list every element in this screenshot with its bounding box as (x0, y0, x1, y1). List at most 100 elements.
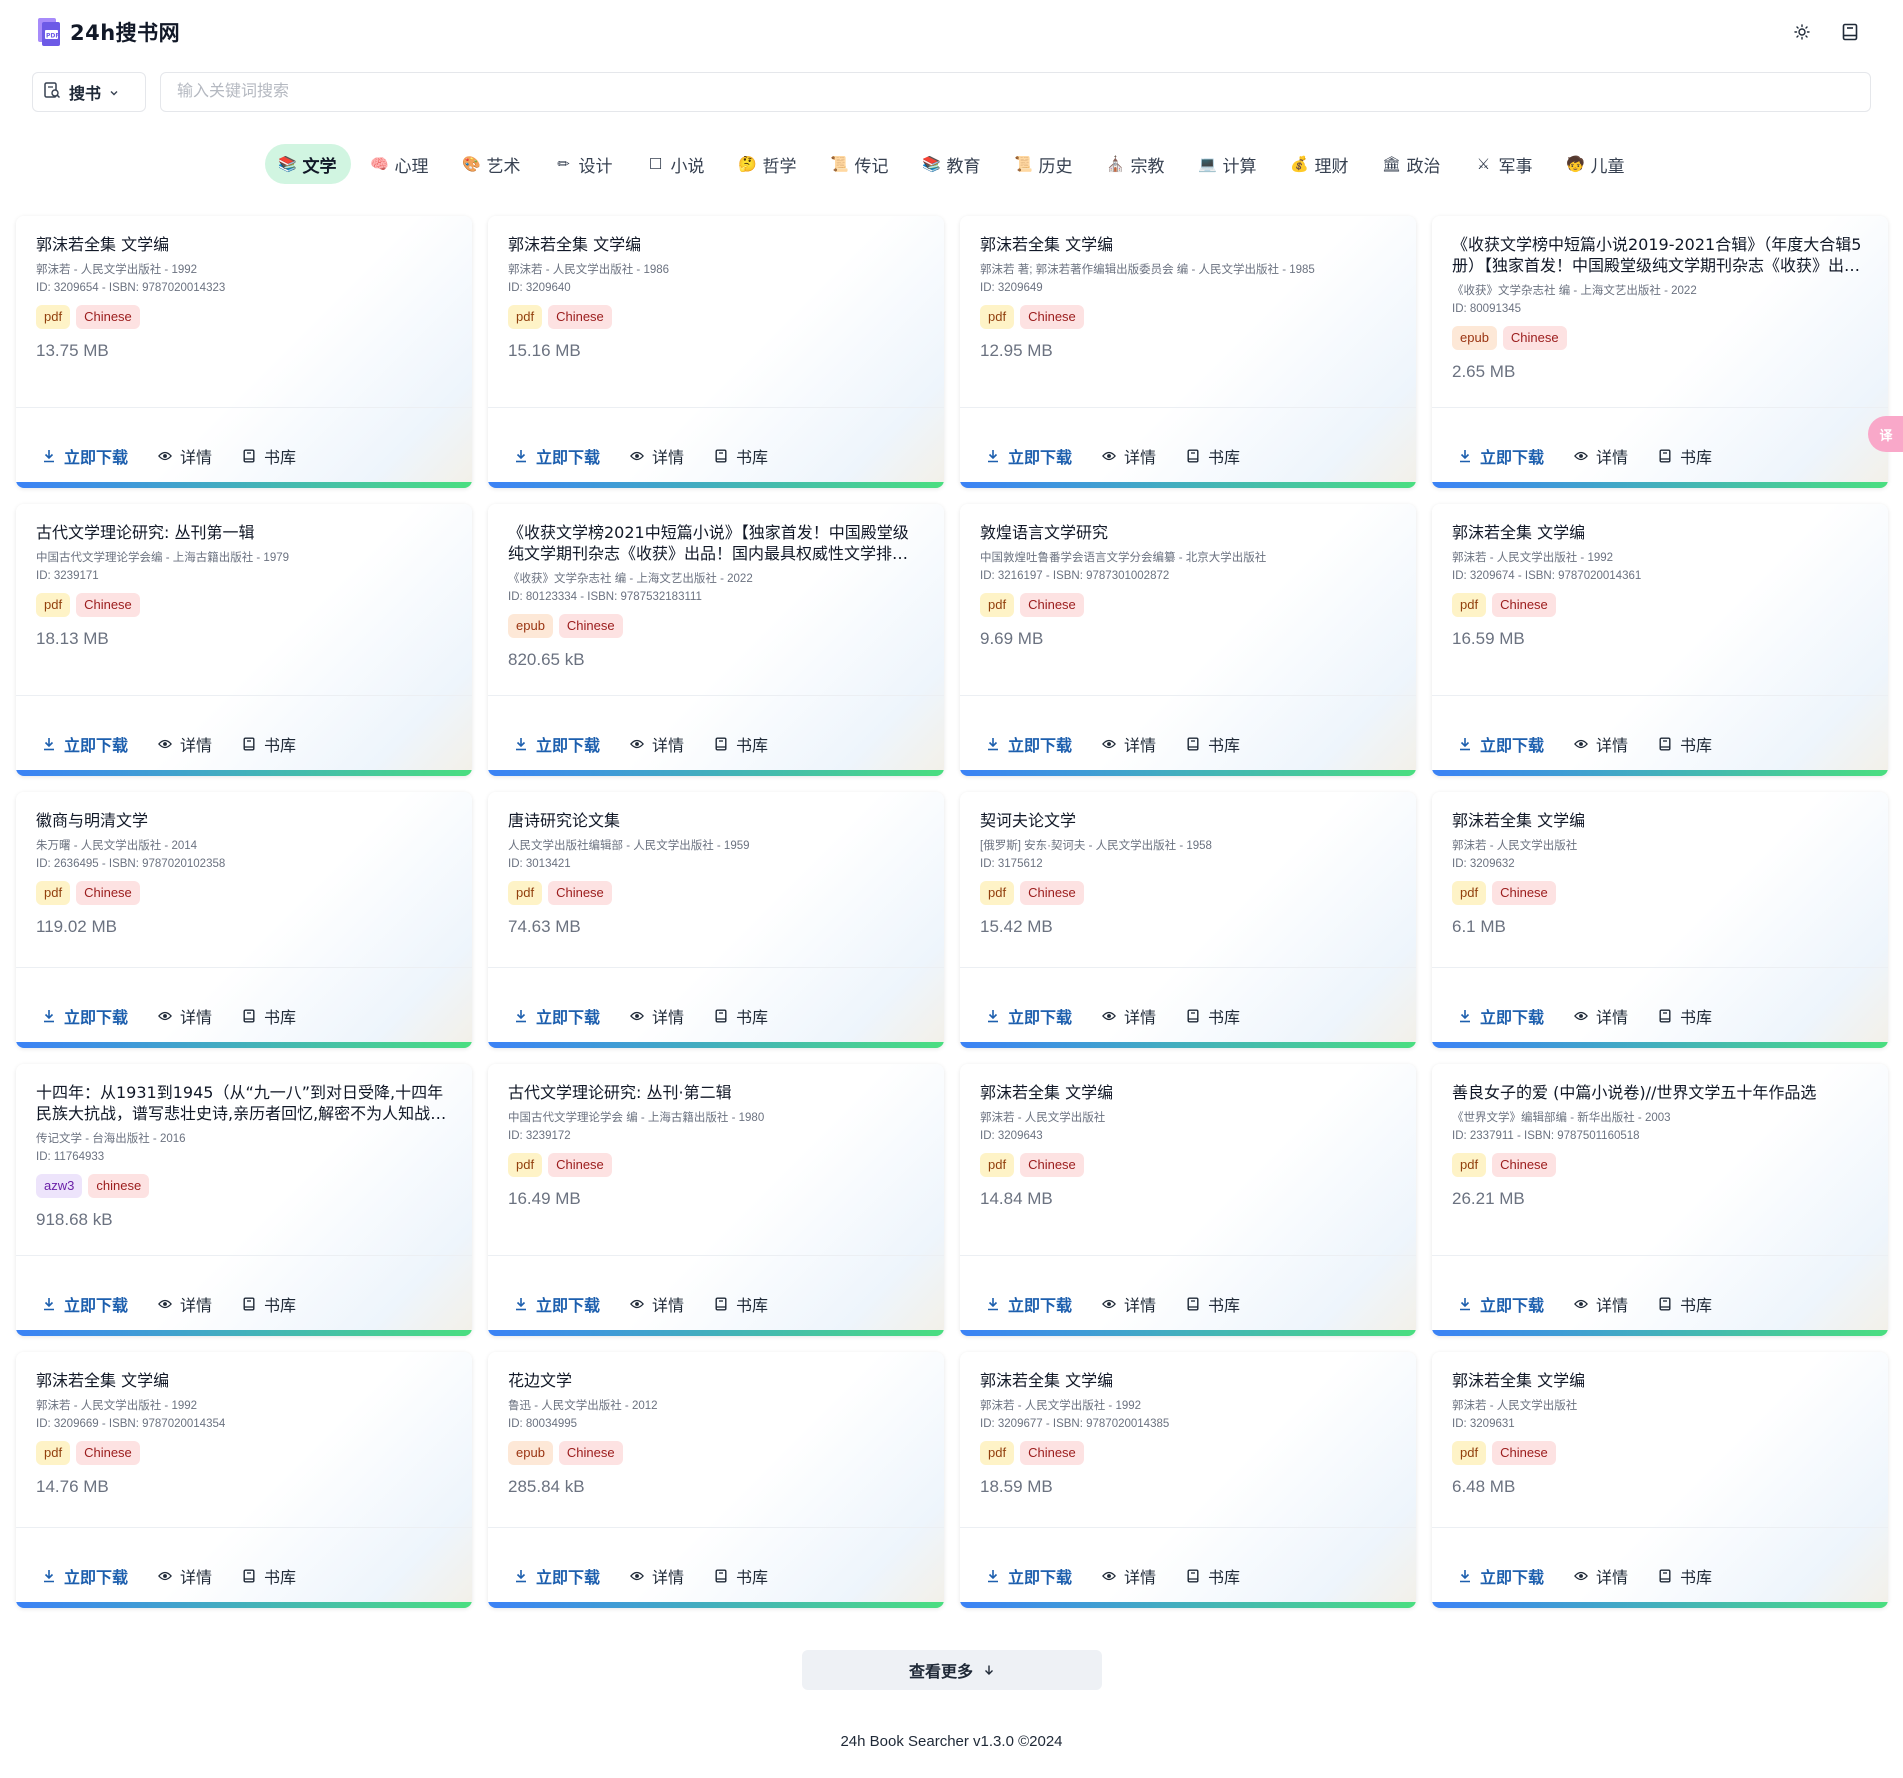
details-button[interactable]: 详情 (1574, 444, 1628, 468)
book-title[interactable]: 善良女子的爱 (中篇小说卷)//世界文学五十年作品选 (1452, 1082, 1868, 1103)
download-button[interactable]: 立即下载 (1458, 1292, 1544, 1316)
book-title[interactable]: 《收获文学榜中短篇小说2019-2021合辑》（年度大合辑5册）【独家首发！中国… (1452, 234, 1868, 276)
download-button[interactable]: 立即下载 (514, 732, 600, 756)
book-title[interactable]: 十四年：从1931到1945（从“九一八”到对日受降,十四年民族大抗战，谱写悲壮… (36, 1082, 452, 1124)
download-button[interactable]: 立即下载 (986, 1564, 1072, 1588)
tab-category[interactable]: ⚔ 军事 (1461, 144, 1547, 184)
sun-icon[interactable] (1790, 20, 1814, 44)
download-button[interactable]: 立即下载 (1458, 1564, 1544, 1588)
library-button[interactable]: 书库 (1658, 1292, 1712, 1316)
search-input[interactable] (160, 72, 1871, 112)
download-button[interactable]: 立即下载 (986, 732, 1072, 756)
library-button[interactable]: 书库 (1186, 444, 1240, 468)
logo[interactable]: PDF 24h搜书网 (34, 16, 180, 48)
tab-category[interactable]: 🏛 政治 (1369, 144, 1455, 184)
library-button[interactable]: 书库 (242, 732, 296, 756)
details-button[interactable]: 详情 (630, 732, 684, 756)
tab-category[interactable]: 🧠 心理 (357, 144, 443, 184)
download-button[interactable]: 立即下载 (514, 1292, 600, 1316)
tab-category[interactable]: 📚 文学 (264, 144, 351, 184)
details-button[interactable]: 详情 (158, 1004, 212, 1028)
book-title[interactable]: 敦煌语言文学研究 (980, 522, 1396, 543)
details-button[interactable]: 详情 (1574, 1564, 1628, 1588)
library-button[interactable]: 书库 (242, 1564, 296, 1588)
details-button[interactable]: 详情 (1102, 1292, 1156, 1316)
download-button[interactable]: 立即下载 (514, 1564, 600, 1588)
library-button[interactable]: 书库 (714, 732, 768, 756)
book-title[interactable]: 郭沫若全集 文学编 (36, 234, 452, 255)
details-button[interactable]: 详情 (630, 1564, 684, 1588)
book-title[interactable]: 花边文学 (508, 1370, 924, 1391)
download-button[interactable]: 立即下载 (42, 444, 128, 468)
library-button[interactable]: 书库 (1658, 732, 1712, 756)
details-button[interactable]: 详情 (158, 444, 212, 468)
download-button[interactable]: 立即下载 (514, 444, 600, 468)
details-button[interactable]: 详情 (1102, 1564, 1156, 1588)
library-button[interactable]: 书库 (1658, 1564, 1712, 1588)
download-button[interactable]: 立即下载 (986, 1292, 1072, 1316)
details-button[interactable]: 详情 (1574, 1004, 1628, 1028)
download-button[interactable]: 立即下载 (42, 732, 128, 756)
details-button[interactable]: 详情 (158, 1564, 212, 1588)
tab-category[interactable]: 💻 计算 (1185, 144, 1271, 184)
library-button[interactable]: 书库 (1186, 1564, 1240, 1588)
details-button[interactable]: 详情 (158, 732, 212, 756)
book-title[interactable]: 郭沫若全集 文学编 (36, 1370, 452, 1391)
library-button[interactable]: 书库 (1186, 1004, 1240, 1028)
search-type-select[interactable]: 搜书 (32, 72, 146, 112)
book-title[interactable]: 郭沫若全集 文学编 (980, 234, 1396, 255)
translate-floating-button[interactable]: 译 (1868, 416, 1903, 452)
library-button[interactable]: 书库 (1658, 444, 1712, 468)
book-title[interactable]: 郭沫若全集 文学编 (508, 234, 924, 255)
tab-category[interactable]: 📜 历史 (1001, 144, 1087, 184)
tab-category[interactable]: 🎨 艺术 (449, 144, 535, 184)
details-button[interactable]: 详情 (1102, 444, 1156, 468)
tab-category[interactable]: ⛪ 宗教 (1093, 144, 1179, 184)
tab-category[interactable]: 💰 理财 (1277, 144, 1363, 184)
book-title[interactable]: 郭沫若全集 文学编 (1452, 1370, 1868, 1391)
tab-category[interactable]: 🤔 哲学 (725, 144, 811, 184)
download-button[interactable]: 立即下载 (1458, 444, 1544, 468)
download-button[interactable]: 立即下载 (42, 1292, 128, 1316)
book-title[interactable]: 郭沫若全集 文学编 (1452, 810, 1868, 831)
download-button[interactable]: 立即下载 (1458, 732, 1544, 756)
tab-category[interactable]: 📚 教育 (909, 144, 995, 184)
details-button[interactable]: 详情 (1574, 1292, 1628, 1316)
details-button[interactable]: 详情 (158, 1292, 212, 1316)
download-button[interactable]: 立即下载 (514, 1004, 600, 1028)
book-title[interactable]: 唐诗研究论文集 (508, 810, 924, 831)
library-button[interactable]: 书库 (242, 444, 296, 468)
details-button[interactable]: 详情 (630, 1292, 684, 1316)
book-title[interactable]: 古代文学理论研究: 丛刊第一辑 (36, 522, 452, 543)
library-button[interactable]: 书库 (242, 1004, 296, 1028)
tab-category[interactable]: 🧒 儿童 (1553, 144, 1639, 184)
download-button[interactable]: 立即下载 (42, 1564, 128, 1588)
download-button[interactable]: 立即下载 (986, 1004, 1072, 1028)
download-button[interactable]: 立即下载 (1458, 1004, 1544, 1028)
library-button[interactable]: 书库 (1658, 1004, 1712, 1028)
tab-category[interactable]: ☐ 小说 (633, 144, 719, 184)
load-more-button[interactable]: 查看更多 (802, 1650, 1102, 1690)
book-title[interactable]: 郭沫若全集 文学编 (1452, 522, 1868, 543)
book-title[interactable]: 古代文学理论研究: 丛刊·第二辑 (508, 1082, 924, 1103)
book-title[interactable]: 契诃夫论文学 (980, 810, 1396, 831)
download-button[interactable]: 立即下载 (986, 444, 1072, 468)
book-title[interactable]: 《收获文学榜2021中短篇小说》【独家首发！中国殿堂级纯文学期刊杂志《收获》出品… (508, 522, 924, 564)
book-icon[interactable] (1838, 20, 1862, 44)
tab-category[interactable]: ✏ 设计 (541, 144, 627, 184)
book-title[interactable]: 徽商与明清文学 (36, 810, 452, 831)
library-button[interactable]: 书库 (1186, 1292, 1240, 1316)
book-title[interactable]: 郭沫若全集 文学编 (980, 1370, 1396, 1391)
library-button[interactable]: 书库 (1186, 732, 1240, 756)
library-button[interactable]: 书库 (714, 1564, 768, 1588)
details-button[interactable]: 详情 (1574, 732, 1628, 756)
details-button[interactable]: 详情 (1102, 1004, 1156, 1028)
library-button[interactable]: 书库 (714, 444, 768, 468)
tab-category[interactable]: 📜 传记 (817, 144, 903, 184)
library-button[interactable]: 书库 (714, 1004, 768, 1028)
details-button[interactable]: 详情 (630, 444, 684, 468)
details-button[interactable]: 详情 (630, 1004, 684, 1028)
details-button[interactable]: 详情 (1102, 732, 1156, 756)
library-button[interactable]: 书库 (714, 1292, 768, 1316)
download-button[interactable]: 立即下载 (42, 1004, 128, 1028)
